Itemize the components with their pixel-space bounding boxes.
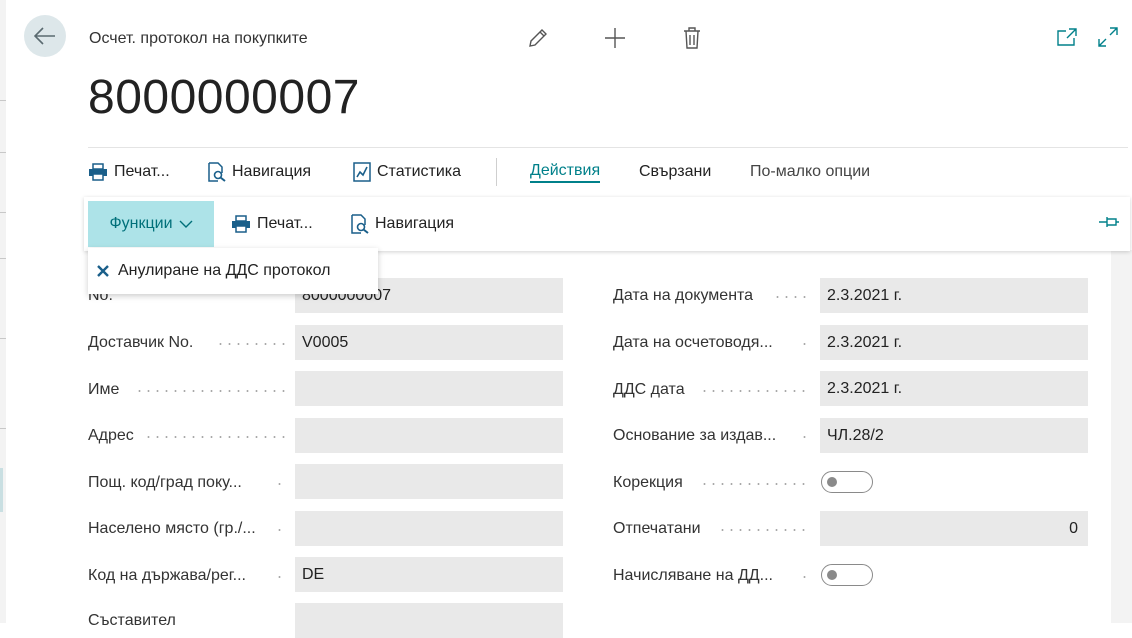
toggle-knob [827,570,837,580]
record-number-title: 8000000007 [88,71,360,124]
navigate-icon [208,162,226,182]
functions-dropdown-item-cancel-vat-protocol[interactable]: Анулиране на ДДС протокол [88,248,378,294]
field-label-vat-date: ДДС дата [613,381,685,398]
dot-leader [700,483,811,485]
expand-icon [1098,27,1118,47]
field-label-country-code: Код на държава/рег... [88,567,246,584]
tab-actions-label: Действия [530,162,601,183]
field-vat-date[interactable]: 2.3.2021 г. [820,371,1088,406]
navigate-icon [351,214,369,234]
close-x-icon [97,265,109,277]
right-edge-strip [1111,250,1132,623]
field-country-code[interactable]: DE [295,557,563,592]
sub-print-label: Печат... [257,215,313,232]
actions-sub-bar: Функции Печат... Навигация [84,197,1130,251]
dot-leader [275,529,286,531]
page-caption: Осчет. протокол на покупките [89,30,308,47]
field-name[interactable] [295,371,563,406]
field-label-address: Адрес [88,427,134,444]
statistics-action-label: Статистика [377,163,462,180]
action-bar-divider [496,158,497,186]
left-edge-strip [0,0,6,623]
navigate-action[interactable]: Навигация [206,148,311,196]
arrow-left-icon [34,27,55,45]
dot-leader [275,576,286,578]
open-new-window-button[interactable] [1052,22,1082,52]
field-document-date[interactable]: 2.3.2021 г. [820,278,1088,313]
toggle-knob [827,477,837,487]
dot-leader [275,483,286,485]
back-button[interactable] [24,15,66,57]
dropdown-item-label: Анулиране на ДДС протокол [118,262,331,279]
field-label-issue-basis: Основание за издав... [613,427,777,444]
open-in-new-window-icon [1057,28,1077,46]
field-label-document-date: Дата на документа [613,287,754,304]
dot-leader [800,436,811,438]
field-issue-basis[interactable]: ЧЛ.28/2 [820,418,1088,453]
dot-leader [216,343,286,345]
printer-icon [89,163,107,181]
field-label-correction: Корекция [613,474,683,491]
dot-leader [773,296,811,298]
field-label-printed: Отпечатани [613,520,701,537]
field-label-vat-charge: Начисляване на ДД... [613,567,773,584]
pin-button[interactable] [1098,215,1120,234]
field-post-code[interactable] [295,464,563,499]
plus-icon [605,28,625,48]
new-button[interactable] [600,23,630,53]
edit-button[interactable] [523,23,553,53]
field-label-vendor-no: Доставчик No. [88,334,194,351]
statistics-action[interactable]: Статистика [353,148,461,196]
field-vendor-no[interactable]: V0005 [295,325,563,360]
vat-charge-toggle[interactable] [821,564,873,586]
field-posting-date[interactable]: 2.3.2021 г. [820,325,1088,360]
dot-leader [144,436,286,438]
delete-button[interactable] [677,23,707,53]
dot-leader [135,390,286,392]
field-address[interactable] [295,418,563,453]
tab-actions[interactable]: Действия [530,148,601,196]
fewer-options-label: По-малко опции [750,163,871,180]
correction-toggle[interactable] [821,471,873,493]
pencil-icon [529,29,547,47]
dot-leader [800,343,811,345]
field-label-name: Име [88,381,120,398]
print-action-label: Печат... [114,163,170,180]
field-label-posting-date: Дата на осчетоводя... [613,334,773,351]
field-label-creator: Съставител [88,612,176,629]
field-label-city: Населено място (гр./... [88,520,256,537]
dot-leader [718,529,811,531]
sub-navigate-label: Навигация [375,215,455,232]
functions-menu-button[interactable]: Функции [88,201,214,247]
tab-related-label: Свързани [639,163,712,180]
fewer-options-button[interactable]: По-малко опции [750,148,870,196]
functions-label: Функции [109,215,173,232]
action-bar: Печат... Навигация Статистика Действия С… [88,147,1128,196]
chevron-down-icon [179,220,193,228]
navigate-action-label: Навигация [232,163,312,180]
dot-leader [700,390,811,392]
expand-button[interactable] [1093,22,1123,52]
sub-navigate-action[interactable]: Навигация [349,201,454,247]
sub-print-action[interactable]: Печат... [231,201,313,247]
printer-icon [232,215,250,233]
field-city[interactable] [295,511,563,546]
trash-icon [684,27,700,49]
pin-icon [1099,217,1119,227]
print-action[interactable]: Печат... [88,148,170,196]
field-printed[interactable]: 0 [820,511,1088,546]
dot-leader [800,576,811,578]
statistics-icon [353,162,371,182]
field-label-post-code: Пощ. код/град поку... [88,474,242,491]
tab-related[interactable]: Свързани [639,148,711,196]
field-creator[interactable] [295,603,563,638]
